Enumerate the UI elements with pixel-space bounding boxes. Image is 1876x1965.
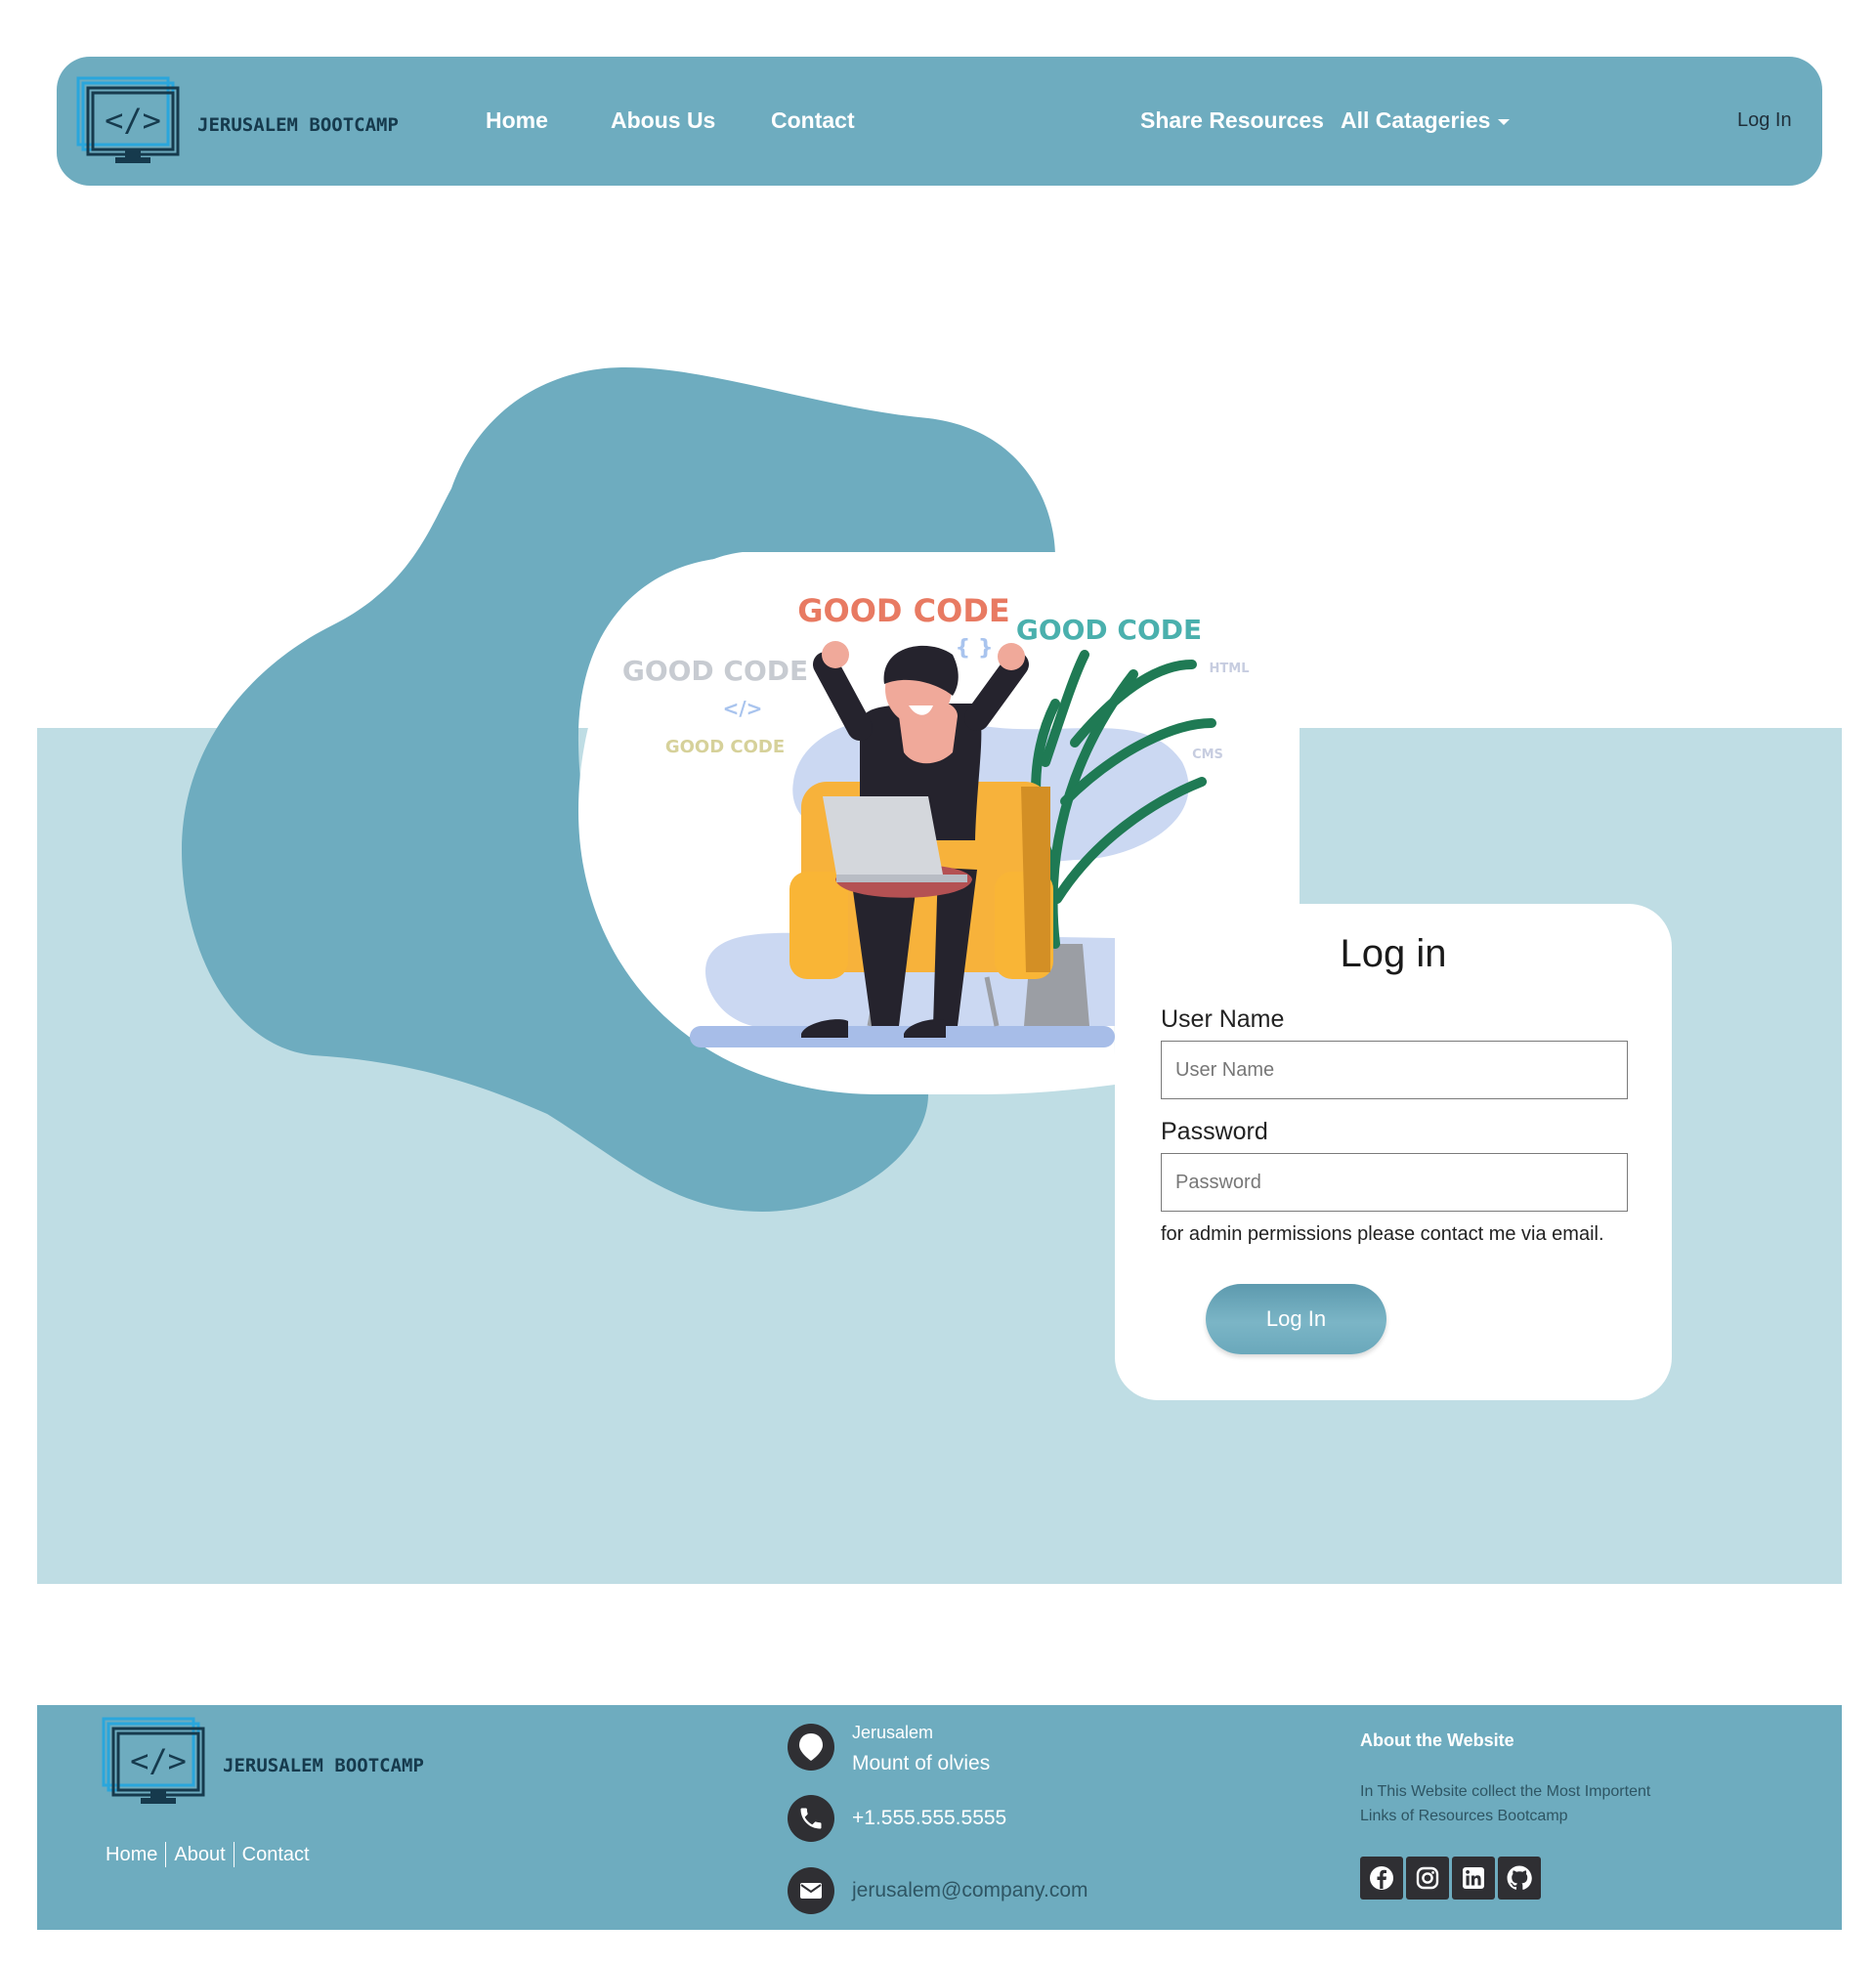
footer-link-contact[interactable]: Contact: [233, 1842, 318, 1867]
username-label: User Name: [1161, 1005, 1285, 1033]
location-city: Jerusalem: [852, 1723, 934, 1742]
phone-number[interactable]: +1.555.555.5555: [852, 1807, 1006, 1830]
login-card: Log in User Name Password for admin perm…: [1115, 904, 1672, 1400]
svg-text:GOOD CODE: GOOD CODE: [665, 737, 785, 757]
facebook-icon[interactable]: [1360, 1857, 1403, 1900]
about-text: In This Website collect the Most Importe…: [1360, 1783, 1651, 1824]
phone-icon: [788, 1795, 834, 1842]
instagram-icon[interactable]: [1406, 1857, 1449, 1900]
email-link[interactable]: jerusalem@company.com: [852, 1879, 1088, 1902]
footer-brand-logo[interactable]: </> JERUSALEM BOOTCAMP: [102, 1717, 473, 1807]
password-label: Password: [1161, 1118, 1268, 1145]
admin-note: for admin permissions please contact me …: [1161, 1223, 1604, 1245]
svg-text:JERUSALEM BOOTCAMP: JERUSALEM BOOTCAMP: [223, 1755, 424, 1776]
github-icon[interactable]: [1498, 1857, 1541, 1900]
footer: </> JERUSALEM BOOTCAMP Home About Contact …: [37, 1705, 1842, 1930]
linkedin-icon[interactable]: [1452, 1857, 1495, 1900]
footer-nav: Home About Contact: [98, 1842, 318, 1867]
footer-link-about[interactable]: About: [165, 1842, 233, 1867]
svg-text:HTML: HTML: [1210, 662, 1250, 676]
svg-text:</>: </>: [723, 697, 763, 720]
svg-text:GOOD CODE: GOOD CODE: [797, 592, 1009, 629]
location-place: Mount of olvies: [852, 1752, 991, 1774]
envelope-icon: [788, 1867, 834, 1914]
location-pin-icon: [788, 1724, 834, 1771]
username-input[interactable]: [1161, 1041, 1628, 1099]
svg-text:GOOD CODE: GOOD CODE: [622, 655, 808, 687]
svg-text:GOOD CODE: GOOD CODE: [1016, 614, 1202, 646]
svg-text:{ }: { }: [956, 636, 994, 661]
footer-link-home[interactable]: Home: [98, 1842, 165, 1867]
password-input[interactable]: [1161, 1153, 1628, 1212]
about-title: About the Website: [1360, 1730, 1514, 1750]
svg-text:CMS: CMS: [1192, 748, 1223, 762]
login-button[interactable]: Log In: [1206, 1284, 1386, 1354]
svg-text:</>: </>: [130, 1742, 187, 1779]
login-title: Log in: [1340, 932, 1447, 975]
